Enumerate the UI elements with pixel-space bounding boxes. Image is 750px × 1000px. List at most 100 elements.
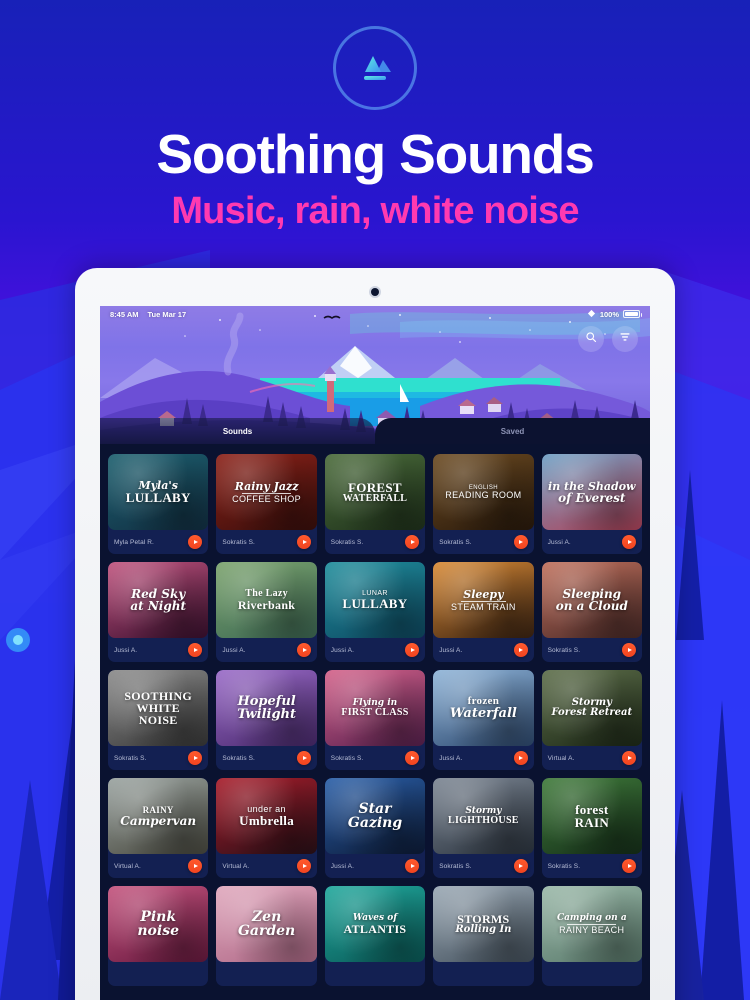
play-button[interactable] xyxy=(405,643,420,657)
sound-card-title: Flying in FIRST CLASS xyxy=(337,698,412,718)
sound-card-title: Star Gazing xyxy=(344,802,406,830)
sound-card-artwork: in the Shadow of Everest xyxy=(541,454,642,530)
filter-button[interactable] xyxy=(612,326,638,352)
sound-card-title: forest RAIN xyxy=(571,803,613,829)
sound-card[interactable]: Zen Garden xyxy=(216,886,317,986)
sound-card[interactable]: STORMS Rolling In xyxy=(433,886,534,986)
sound-card[interactable]: under an Umbrella Virtual A. xyxy=(216,778,317,878)
sound-title-line-1: FOREST xyxy=(348,479,402,495)
sound-card-footer: Sokratis S. xyxy=(542,638,642,662)
sound-title-line-2: Campervan xyxy=(120,813,197,828)
sound-card[interactable]: Red Sky at Night Jussi A. xyxy=(108,562,209,662)
play-button[interactable] xyxy=(296,535,311,549)
sound-card[interactable]: SOOTHING WHITE NOISE Sokratis S. xyxy=(108,670,209,770)
sound-card-artwork: Rainy Jazz COFFEE SHOP xyxy=(216,454,317,530)
sound-card[interactable]: Sleepy STEAM TRAIN Jussi A. xyxy=(433,562,534,662)
sound-card[interactable]: Hopeful Twilight Sokratis S. xyxy=(216,670,317,770)
play-triangle-icon xyxy=(519,540,524,544)
play-button[interactable] xyxy=(188,859,203,873)
sound-card-artwork: Myla's LULLABY xyxy=(108,454,209,530)
sound-card[interactable]: FOREST WATERFALL Sokratis S. xyxy=(324,454,426,554)
play-button[interactable] xyxy=(296,643,311,657)
sound-title-line-1: Star xyxy=(358,801,392,817)
sound-author: Sokratis S. xyxy=(330,754,364,762)
sound-card[interactable]: in the Shadow of Everest Jussi A. xyxy=(541,454,642,554)
sound-card-title: Myla's LULLABY xyxy=(122,480,195,504)
sound-card-artwork: The Lazy Riverbank xyxy=(216,562,317,638)
play-button[interactable] xyxy=(188,643,203,657)
sound-card-title: Pink noise xyxy=(133,910,183,938)
sound-card-artwork: Flying in FIRST CLASS xyxy=(324,670,426,746)
play-button[interactable] xyxy=(513,751,528,765)
sound-card-footer: Sokratis S. xyxy=(325,746,425,770)
play-button[interactable] xyxy=(513,535,528,549)
sound-card-footer: Jussi A. xyxy=(433,638,533,662)
tab-sounds[interactable]: Sounds xyxy=(100,418,375,444)
sound-card[interactable]: Myla's LULLABY Myla Petal R. xyxy=(108,454,209,554)
play-triangle-icon xyxy=(302,648,307,652)
sound-card-title: Hopeful Twilight xyxy=(233,695,300,721)
play-button[interactable] xyxy=(513,859,528,873)
sound-card-artwork: Camping on a RAINY BEACH xyxy=(541,886,642,962)
play-button[interactable] xyxy=(622,535,636,549)
sound-author: Jussi A. xyxy=(330,646,354,654)
sound-card[interactable]: Star Gazing Jussi A. xyxy=(324,778,426,878)
status-date: Tue Mar 17 xyxy=(147,309,187,319)
sound-card-footer: Virtual A. xyxy=(108,854,208,878)
play-button[interactable] xyxy=(622,643,636,657)
play-button[interactable] xyxy=(622,751,636,765)
sound-card[interactable]: Rainy Jazz COFFEE SHOP Sokratis S. xyxy=(216,454,317,554)
play-button[interactable] xyxy=(296,859,311,873)
sound-card-footer: Jussi A. xyxy=(325,854,425,878)
sound-card-title: Sleepy STEAM TRAIN xyxy=(447,589,520,612)
sound-card-title: STORMS Rolling In xyxy=(451,913,515,935)
play-button[interactable] xyxy=(405,535,420,549)
front-camera-icon xyxy=(371,288,379,296)
sound-title-line-2: Twilight xyxy=(237,707,296,722)
sound-card[interactable]: Pink noise xyxy=(108,886,209,986)
sound-card-footer: Sokratis S. xyxy=(433,530,533,554)
sound-title-line-1: Rainy Jazz xyxy=(234,479,299,493)
sound-card[interactable]: forest RAIN Sokratis S. xyxy=(541,778,642,878)
sound-title-line-2: RAINY BEACH xyxy=(559,924,625,935)
sound-card-title: ENGLISH READING ROOM xyxy=(441,485,525,500)
page-subtitle: Music, rain, white noise xyxy=(171,190,579,233)
play-button[interactable] xyxy=(513,643,528,657)
sound-title-line-2: Riverbank xyxy=(237,598,296,612)
sound-card-title: SOOTHING WHITE NOISE xyxy=(108,690,208,726)
sound-card-title: RAINY Campervan xyxy=(116,805,200,828)
sound-card[interactable]: frozen Waterfall Jussi A. xyxy=(433,670,534,770)
play-button[interactable] xyxy=(622,859,636,873)
play-button[interactable] xyxy=(188,535,203,549)
sound-card[interactable]: Camping on a RAINY BEACH xyxy=(541,886,642,986)
play-button[interactable] xyxy=(405,859,420,873)
sound-card-footer xyxy=(325,962,425,986)
play-triangle-icon xyxy=(410,756,415,760)
sound-card[interactable]: The Lazy Riverbank Jussi A. xyxy=(216,562,317,662)
sound-author: Sokratis S. xyxy=(222,538,255,546)
sound-card-footer: Jussi A. xyxy=(433,746,533,770)
search-button[interactable] xyxy=(578,326,604,352)
sound-title-line-1: Camping on a xyxy=(556,912,627,923)
sound-card-title: Stormy Forest Retreat xyxy=(547,698,636,718)
sound-card[interactable]: Stormy LIGHTHOUSE Sokratis S. xyxy=(433,778,534,878)
sound-card[interactable]: LUNAR LULLABY Jussi A. xyxy=(324,562,426,662)
play-button[interactable] xyxy=(296,751,311,765)
sound-card[interactable]: ENGLISH READING ROOM Sokratis S. xyxy=(433,454,534,554)
status-bar: 8:45 AM Tue Mar 17 100% xyxy=(100,306,650,322)
sound-card-footer: Jussi A. xyxy=(325,638,425,662)
sound-card[interactable]: RAINY Campervan Virtual A. xyxy=(108,778,209,878)
sound-card-title: Zen Garden xyxy=(234,910,299,938)
sound-card[interactable]: Stormy Forest Retreat Virtual A. xyxy=(541,670,642,770)
sound-card-artwork: Star Gazing xyxy=(324,778,426,854)
sound-card[interactable]: Waves of ATLANTIS xyxy=(324,886,426,986)
sound-title-line-1: in the Shadow xyxy=(548,479,636,493)
tab-saved[interactable]: Saved xyxy=(375,418,650,444)
sound-card[interactable]: Flying in FIRST CLASS Sokratis S. xyxy=(324,670,426,770)
sound-title-line-2: NOISE xyxy=(138,713,178,727)
sound-card-footer: Sokratis S. xyxy=(542,854,642,878)
sound-card[interactable]: Sleeping on a Cloud Sokratis S. xyxy=(541,562,642,662)
play-button[interactable] xyxy=(188,751,203,765)
play-button[interactable] xyxy=(405,751,420,765)
sound-card-title: Stormy LIGHTHOUSE xyxy=(444,806,523,826)
